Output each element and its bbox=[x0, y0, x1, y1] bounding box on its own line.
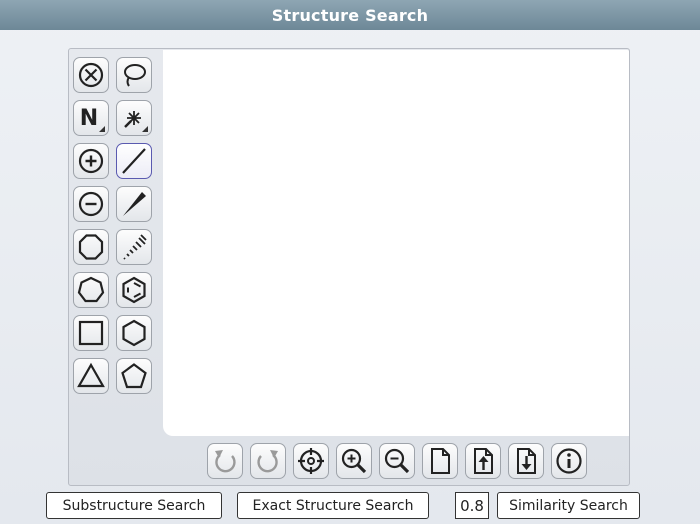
charge-tool[interactable] bbox=[116, 100, 152, 136]
export-button[interactable] bbox=[508, 443, 544, 479]
hash-bond-tool[interactable] bbox=[116, 229, 152, 265]
lasso-icon bbox=[124, 64, 146, 87]
crosshair-icon bbox=[298, 448, 324, 474]
import-button[interactable] bbox=[465, 443, 501, 479]
hexagon-icon bbox=[122, 319, 146, 347]
wedge-bond-tool[interactable] bbox=[116, 186, 152, 222]
clear-tool[interactable] bbox=[73, 57, 109, 93]
similarity-threshold-input[interactable] bbox=[455, 492, 489, 519]
octagon-icon bbox=[78, 234, 104, 260]
drawing-canvas[interactable] bbox=[163, 50, 629, 436]
redo-icon bbox=[257, 450, 278, 473]
pentagon-tool[interactable] bbox=[116, 358, 152, 394]
square-tool[interactable] bbox=[73, 315, 109, 351]
zoom-out-button[interactable] bbox=[379, 443, 415, 479]
benzene-icon bbox=[122, 276, 146, 304]
structure-editor: N bbox=[68, 48, 630, 486]
zoom-in-button[interactable] bbox=[336, 443, 372, 479]
info-button[interactable] bbox=[551, 443, 587, 479]
window-title: Structure Search bbox=[0, 0, 700, 30]
similarity-search-button[interactable]: Similarity Search bbox=[497, 492, 640, 519]
undo-button[interactable] bbox=[207, 443, 243, 479]
erase-circle-icon bbox=[78, 62, 104, 88]
atom-tool[interactable]: N bbox=[73, 100, 109, 136]
exact-structure-search-button[interactable]: Exact Structure Search bbox=[237, 492, 429, 519]
zoom-out-icon bbox=[384, 448, 410, 474]
single-bond-icon bbox=[122, 148, 146, 174]
zoom-in-icon bbox=[341, 448, 367, 474]
single-bond-tool[interactable] bbox=[116, 143, 152, 179]
substructure-search-button[interactable]: Substructure Search bbox=[46, 492, 222, 519]
hashed-bond-icon bbox=[123, 234, 147, 260]
new-button[interactable] bbox=[422, 443, 458, 479]
wedge-bond-icon bbox=[123, 192, 146, 216]
octagon-tool[interactable] bbox=[73, 229, 109, 265]
heptagon-tool[interactable] bbox=[73, 272, 109, 308]
charge-plus-tool[interactable] bbox=[73, 143, 109, 179]
plus-circle-icon bbox=[78, 148, 104, 174]
minus-circle-icon bbox=[78, 191, 104, 217]
upload-document-icon bbox=[474, 448, 493, 474]
benzene-tool[interactable] bbox=[116, 272, 152, 308]
redo-button[interactable] bbox=[250, 443, 286, 479]
info-icon bbox=[556, 448, 582, 474]
atom-n-icon: N bbox=[79, 105, 99, 131]
pentagon-icon bbox=[121, 363, 147, 389]
hexagon-tool[interactable] bbox=[116, 315, 152, 351]
triangle-tool[interactable] bbox=[73, 358, 109, 394]
lasso-tool[interactable] bbox=[116, 57, 152, 93]
charge-minus-tool[interactable] bbox=[73, 186, 109, 222]
square-icon bbox=[78, 320, 104, 346]
center-button[interactable] bbox=[293, 443, 329, 479]
download-document-icon bbox=[517, 448, 536, 474]
triangle-icon bbox=[77, 362, 105, 388]
undo-icon bbox=[215, 450, 236, 473]
heptagon-icon bbox=[77, 276, 105, 303]
new-document-icon bbox=[431, 448, 450, 474]
